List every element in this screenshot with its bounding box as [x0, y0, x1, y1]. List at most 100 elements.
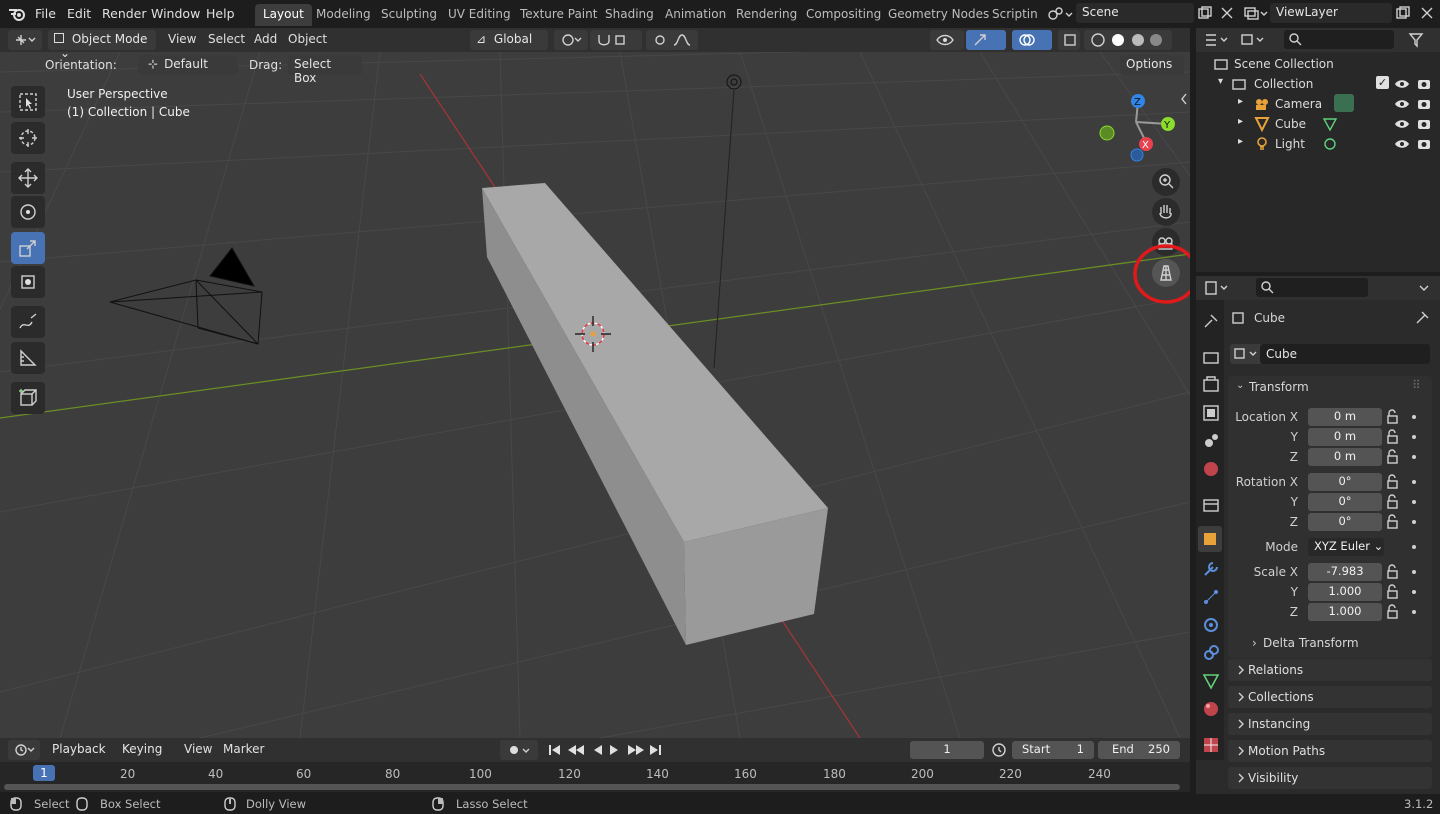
scale-z-field[interactable]: 1.000 — [1308, 603, 1382, 621]
collection-checkbox[interactable]: ✓ — [1376, 76, 1389, 89]
object-mode-dropdown[interactable]: Object Mode ⌄ — [48, 30, 156, 60]
annotate-tool[interactable] — [11, 306, 45, 338]
current-frame-field[interactable]: 1 — [910, 741, 984, 759]
location-y-field[interactable]: 0 m — [1308, 428, 1382, 446]
outliner-scene-collection[interactable]: Scene Collection — [1196, 54, 1440, 74]
collections-panel[interactable]: Collections — [1228, 686, 1432, 708]
particles-tab-icon[interactable] — [1202, 588, 1220, 606]
camera-data-icon[interactable] — [1334, 94, 1354, 112]
cursor-tool[interactable] — [11, 122, 45, 154]
outliner-search-input[interactable] — [1284, 30, 1394, 49]
physics-tab-icon[interactable] — [1202, 616, 1220, 634]
rotation-z-field[interactable]: 0° — [1308, 513, 1382, 531]
pivot-point-button[interactable] — [554, 30, 588, 50]
rotation-x-field[interactable]: 0° — [1308, 473, 1382, 491]
blender-logo-icon[interactable] — [8, 6, 26, 22]
snap-button[interactable] — [590, 30, 642, 50]
tab-shading[interactable]: Shading — [597, 4, 662, 26]
tab-compositing[interactable]: Compositing — [798, 4, 889, 26]
add-cube-tool[interactable] — [11, 382, 45, 414]
tab-geometry-nodes[interactable]: Geometry Nodes — [880, 4, 997, 26]
menu-file[interactable]: File — [35, 6, 56, 21]
navigation-gizmo[interactable]: Z Y X — [1096, 92, 1180, 172]
delete-scene-icon[interactable] — [1220, 6, 1234, 20]
expand-arrow-icon[interactable]: ▾ — [1218, 76, 1223, 87]
rotation-y-field[interactable]: 0° — [1308, 493, 1382, 511]
modifier-tab-icon[interactable] — [1202, 560, 1220, 578]
orientation-dropdown[interactable]: ⊹ Default — [138, 55, 238, 75]
delete-view-layer-icon[interactable] — [1420, 6, 1434, 20]
clock-icon[interactable] — [990, 742, 1008, 758]
location-x-field[interactable]: 0 m — [1308, 408, 1382, 426]
expand-arrow-icon[interactable]: ▸ — [1238, 96, 1243, 107]
scale-tool[interactable] — [11, 232, 45, 264]
menu-edit[interactable]: Edit — [67, 6, 91, 21]
rotate-tool[interactable] — [11, 196, 45, 228]
tab-sculpting[interactable]: Sculpting — [373, 4, 445, 26]
menu-view[interactable]: View — [168, 32, 196, 46]
overlays-button[interactable] — [1012, 30, 1052, 50]
playback-controls[interactable] — [546, 742, 666, 758]
output-tab-icon[interactable] — [1202, 376, 1220, 394]
outliner-item-cube[interactable]: ▸ Cube — [1196, 114, 1440, 134]
timeline-scrollbar[interactable] — [4, 784, 1180, 790]
xray-button[interactable] — [1058, 30, 1080, 50]
menu-object[interactable]: Object — [288, 32, 327, 46]
display-mode-icon[interactable] — [1240, 32, 1270, 48]
visibility-panel[interactable]: Visibility — [1228, 767, 1432, 789]
scene-selector-icon[interactable] — [1046, 6, 1074, 22]
tab-animation[interactable]: Animation — [657, 4, 734, 26]
camera-render-icon[interactable] — [1416, 137, 1432, 151]
visibility-button[interactable] — [930, 30, 964, 50]
new-view-layer-icon[interactable] — [1396, 6, 1410, 20]
menu-add[interactable]: Add — [254, 32, 277, 46]
tab-layout[interactable]: Layout — [255, 4, 312, 26]
camera-render-icon[interactable] — [1416, 77, 1432, 91]
new-scene-icon[interactable] — [1198, 6, 1212, 20]
properties-editor-icon[interactable] — [1204, 280, 1234, 296]
view-layer-tab-icon[interactable] — [1202, 404, 1220, 422]
shading-buttons[interactable] — [1084, 30, 1172, 50]
menu-render[interactable]: Render — [102, 6, 147, 21]
delta-transform-subpanel[interactable]: Delta Transform — [1263, 636, 1359, 650]
scale-y-field[interactable]: 1.000 — [1308, 583, 1382, 601]
move-tool[interactable] — [11, 162, 45, 194]
mesh-data-icon[interactable] — [1322, 116, 1338, 132]
menu-help[interactable]: Help — [206, 6, 235, 21]
menu-window[interactable]: Window — [151, 6, 200, 21]
transform-tool[interactable] — [11, 266, 45, 298]
view-layer-icon[interactable] — [1244, 6, 1268, 22]
transform-panel-title[interactable]: Transform — [1249, 380, 1309, 394]
gizmos-button[interactable] — [966, 30, 1006, 50]
tab-rendering[interactable]: Rendering — [728, 4, 805, 26]
tab-scripting[interactable]: Scripting — [984, 4, 1038, 26]
timeline-editor-button[interactable] — [8, 740, 40, 760]
eye-icon[interactable] — [1394, 137, 1410, 151]
constraints-tab-icon[interactable] — [1202, 644, 1220, 662]
texture-tab-icon[interactable] — [1202, 736, 1220, 754]
location-z-field[interactable]: 0 m — [1308, 448, 1382, 466]
light-data-icon[interactable] — [1322, 136, 1338, 152]
outliner-editor-icon[interactable] — [1204, 32, 1234, 48]
playback-menu[interactable]: Playback ⌄ — [46, 740, 114, 770]
rotation-mode-dropdown[interactable]: XYZ Euler ⌄ — [1308, 538, 1384, 556]
scene-name-field[interactable]: Scene — [1076, 3, 1194, 23]
tab-uv-editing[interactable]: UV Editing — [440, 4, 519, 26]
chevron-down-icon[interactable] — [1416, 280, 1432, 296]
expand-arrow-icon[interactable]: ▸ — [1238, 116, 1243, 127]
measure-tool[interactable] — [11, 342, 45, 374]
eye-icon[interactable] — [1394, 77, 1410, 91]
expand-arrow-icon[interactable]: ▸ — [1238, 136, 1243, 147]
end-frame-field[interactable]: End 250 — [1098, 741, 1180, 759]
eye-icon[interactable] — [1394, 117, 1410, 131]
current-frame-indicator[interactable]: 1 — [33, 765, 55, 781]
object-tab[interactable] — [1198, 526, 1222, 552]
camera-render-icon[interactable] — [1416, 117, 1432, 131]
data-tab-icon[interactable] — [1202, 672, 1220, 690]
lock-and-keyframe-icons[interactable] — [1386, 408, 1430, 624]
delta-transform-chevron-icon[interactable]: › — [1252, 636, 1257, 650]
render-tab-icon[interactable] — [1202, 348, 1220, 366]
material-tab-icon[interactable] — [1202, 700, 1220, 718]
menu-select[interactable]: Select — [208, 32, 245, 46]
sidebar-toggle-icon[interactable] — [1180, 92, 1188, 106]
